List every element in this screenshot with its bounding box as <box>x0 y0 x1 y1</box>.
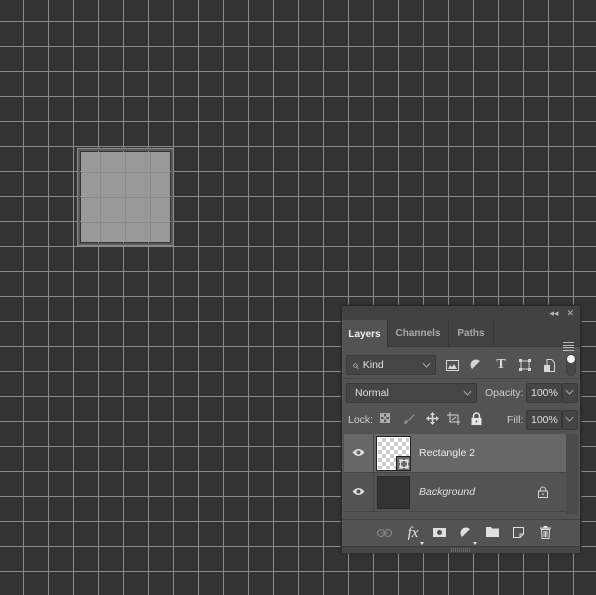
lock-transparent-pixels-icon[interactable] <box>379 412 391 424</box>
filter-kind-select[interactable]: ⌕ Kind <box>346 355 436 375</box>
tab-label: Paths <box>457 328 485 339</box>
kind-label: Kind <box>362 359 384 371</box>
fill-input[interactable]: 100% <box>526 410 562 430</box>
fill-value: 100% <box>531 414 558 426</box>
tab-label: Channels <box>395 328 441 339</box>
new-layer-icon[interactable] <box>512 526 524 539</box>
blend-mode-select[interactable]: Normal <box>346 383 477 403</box>
panel-tabs: Layers Channels Paths <box>342 320 580 351</box>
opacity-input[interactable]: 100% <box>526 383 562 403</box>
panel-menu-icon[interactable] <box>563 342 574 351</box>
tab-label: Layers <box>348 328 381 340</box>
panel-resize-grip[interactable] <box>342 546 580 553</box>
layer-thumbnail <box>377 476 410 509</box>
tab-paths[interactable]: Paths <box>449 320 494 347</box>
fx-label: fx <box>407 524 419 541</box>
image-filter-icon[interactable] <box>445 358 459 372</box>
lock-position-icon[interactable] <box>425 411 439 425</box>
eye-icon <box>352 449 365 456</box>
panel-footer-toolbar: fx <box>342 519 580 545</box>
fx-dropdown-arrow <box>420 542 424 545</box>
opacity-dropdown-button[interactable] <box>562 383 578 403</box>
adjustment-filter-icon[interactable] <box>469 358 483 372</box>
shape-filter-icon[interactable] <box>518 358 532 372</box>
chevron-down-icon <box>565 386 574 395</box>
lock-artboard-icon[interactable] <box>447 411 461 425</box>
grip-lines <box>451 548 471 552</box>
panel-header[interactable]: ◂◂ ✕ <box>342 306 580 320</box>
fill-dropdown-button[interactable] <box>562 410 578 430</box>
visibility-toggle[interactable] <box>344 434 374 473</box>
layer-row-rectangle-2[interactable]: Rectangle 2 <box>344 434 566 473</box>
layer-row-background[interactable]: Background <box>344 473 566 512</box>
layer-style-fx-button[interactable]: fx <box>404 524 422 542</box>
layer-name[interactable]: Background <box>419 486 475 498</box>
delete-layer-icon[interactable] <box>539 525 551 539</box>
filter-toggle[interactable] <box>566 354 576 376</box>
layer-name[interactable]: Rectangle 2 <box>419 447 475 459</box>
vector-shape-icon <box>399 459 409 469</box>
tab-layers[interactable]: Layers <box>342 320 388 348</box>
smart-object-filter-icon[interactable] <box>542 358 556 372</box>
opacity-label: Opacity: <box>485 387 524 399</box>
rectangle-fill <box>81 152 170 242</box>
layer-thumbnail <box>376 436 411 471</box>
lock-image-pixels-icon[interactable] <box>402 412 416 426</box>
adjustment-dropdown-arrow <box>473 542 477 545</box>
new-group-icon[interactable] <box>485 526 499 538</box>
shape-layer-badge <box>396 456 410 470</box>
close-icon[interactable]: ✕ <box>566 308 574 319</box>
tab-channels[interactable]: Channels <box>388 320 449 347</box>
search-icon: ⌕ <box>352 357 359 372</box>
lock-all-icon[interactable] <box>470 411 482 425</box>
layers-scrollbar[interactable] <box>566 434 578 514</box>
new-adjustment-layer-icon[interactable] <box>459 526 473 540</box>
lock-label: Lock: <box>348 414 374 426</box>
toggle-knob <box>567 355 575 363</box>
blend-mode-value: Normal <box>355 387 389 399</box>
chevron-down-icon <box>565 413 574 422</box>
collapse-icon[interactable]: ◂◂ <box>549 308 558 319</box>
lock-icon <box>538 486 548 498</box>
eye-icon <box>352 488 365 495</box>
visibility-toggle[interactable] <box>344 473 374 512</box>
chevron-down-icon <box>422 359 431 368</box>
layers-list: Rectangle 2 Background <box>344 434 578 514</box>
layers-panel: ◂◂ ✕ Layers Channels Paths ⌕ Kind T Norm… <box>341 305 581 553</box>
type-filter-icon[interactable]: T <box>494 357 508 373</box>
divider <box>342 378 580 379</box>
opacity-value: 100% <box>531 387 558 399</box>
rectangle-shape[interactable] <box>77 148 174 246</box>
add-layer-mask-icon[interactable] <box>432 526 446 538</box>
link-layers-icon[interactable] <box>376 527 392 539</box>
fill-label: Fill: <box>507 414 524 426</box>
chevron-down-icon <box>463 387 472 396</box>
